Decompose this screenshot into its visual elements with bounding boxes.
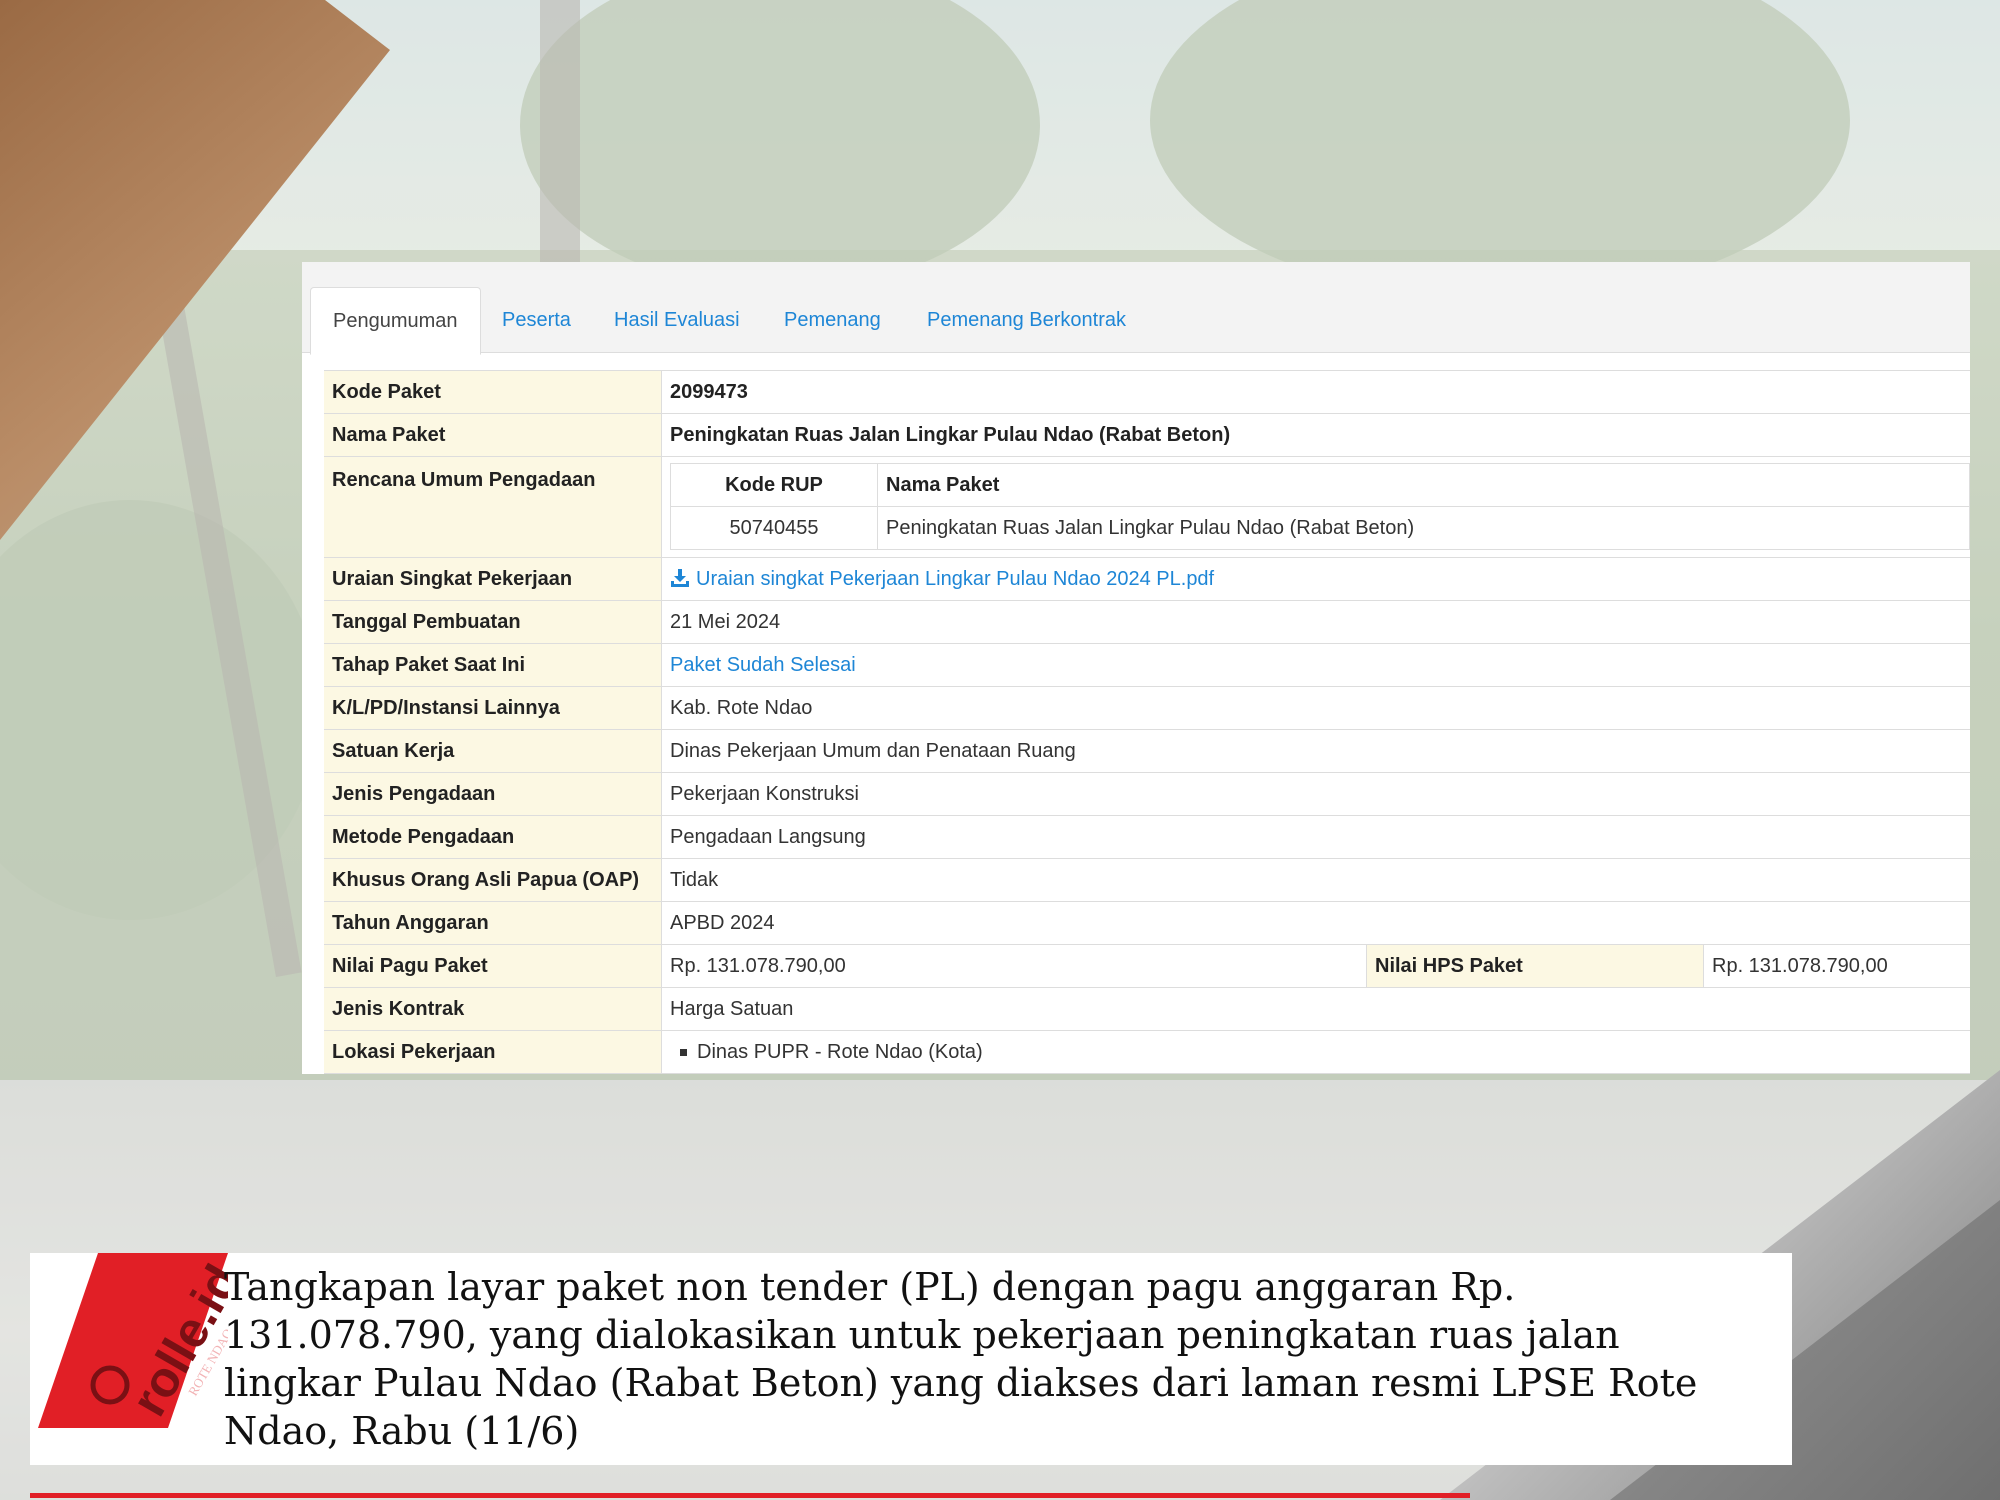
row-label: Rencana Umum Pengadaan — [324, 457, 662, 557]
accent-line — [30, 1493, 1470, 1498]
tahap-cell: Paket Sudah Selesai — [662, 644, 1970, 686]
row-label: Metode Pengadaan — [324, 816, 662, 858]
oap-value: Tidak — [670, 868, 719, 891]
tab-bar: Pengumuman Peserta Hasil Evaluasi Pemena… — [302, 262, 1970, 355]
table-row: Nama Paket Peningkatan Ruas Jalan Lingka… — [324, 414, 1970, 457]
pagu-value: Rp. 131.078.790,00 — [670, 954, 846, 977]
caption-text: Tangkapan layar paket non tender (PL) de… — [224, 1265, 1698, 1453]
tab-pengumuman[interactable]: Pengumuman — [310, 287, 481, 355]
tab-pemenang[interactable]: Pemenang — [762, 287, 903, 353]
hps-value: Rp. 131.078.790,00 — [1712, 954, 1888, 977]
table-row: Tahap Paket Saat Ini Paket Sudah Selesai — [324, 644, 1970, 687]
table-row: Jenis Pengadaan Pekerjaan Konstruksi — [324, 773, 1970, 816]
row-label: Tahun Anggaran — [324, 902, 662, 944]
uraian-download-link[interactable]: Uraian singkat Pekerjaan Lingkar Pulau N… — [670, 568, 1214, 591]
row-label: Khusus Orang Asli Papua (OAP) — [324, 859, 662, 901]
kode-paket-value: 2099473 — [670, 380, 748, 403]
bullet-icon — [680, 1048, 687, 1056]
lokasi-value: Dinas PUPR - Rote Ndao (Kota) — [697, 1040, 983, 1063]
tahap-status-link[interactable]: Paket Sudah Selesai — [670, 654, 856, 677]
metode-value: Pengadaan Langsung — [670, 825, 866, 848]
lpse-panel: Pengumuman Peserta Hasil Evaluasi Pemena… — [302, 262, 1970, 1074]
table-row: Kode Paket 2099473 — [324, 371, 1970, 414]
row-label: Kode Paket — [324, 371, 662, 413]
rup-header-kode: Kode RUP — [670, 463, 878, 507]
table-row: Jenis Kontrak Harga Satuan — [324, 988, 1970, 1031]
uraian-file-name: Uraian singkat Pekerjaan Lingkar Pulau N… — [696, 567, 1215, 590]
table-row: Tahun Anggaran APBD 2024 — [324, 902, 1970, 945]
uraian-cell: Uraian singkat Pekerjaan Lingkar Pulau N… — [662, 558, 1970, 600]
table-row: K/L/PD/Instansi Lainnya Kab. Rote Ndao — [324, 687, 1970, 730]
table-row: Metode Pengadaan Pengadaan Langsung — [324, 816, 1970, 859]
package-detail-table: Kode Paket 2099473 Nama Paket Peningkata… — [324, 370, 1970, 1074]
table-row: Nilai Pagu Paket Rp. 131.078.790,00 Nila… — [324, 945, 1970, 988]
row-label: Lokasi Pekerjaan — [324, 1031, 662, 1073]
tab-peserta[interactable]: Peserta — [480, 287, 593, 353]
tahun-value: APBD 2024 — [670, 911, 775, 934]
rup-cell: Kode RUP Nama Paket 50740455 Peningkatan… — [662, 457, 1970, 557]
row-label: Nilai Pagu Paket — [324, 945, 662, 987]
row-label: Jenis Pengadaan — [324, 773, 662, 815]
table-row: Tanggal Pembuatan 21 Mei 2024 — [324, 601, 1970, 644]
rup-table: Kode RUP Nama Paket 50740455 Peningkatan… — [670, 463, 1970, 550]
table-row: Lokasi Pekerjaan Dinas PUPR - Rote Ndao … — [324, 1031, 1970, 1074]
download-icon — [671, 568, 689, 587]
tab-pemenang-berkontrak[interactable]: Pemenang Berkontrak — [905, 287, 1148, 353]
table-row: Khusus Orang Asli Papua (OAP) Tidak — [324, 859, 1970, 902]
row-label: Tanggal Pembuatan — [324, 601, 662, 643]
table-row: Uraian Singkat Pekerjaan Uraian singkat … — [324, 558, 1970, 601]
caption-box: rolle.id ROTE NDAO Tangkapan layar paket… — [30, 1253, 1792, 1465]
row-label: Uraian Singkat Pekerjaan — [324, 558, 662, 600]
tab-hasil-evaluasi[interactable]: Hasil Evaluasi — [592, 287, 762, 353]
row-label: Jenis Kontrak — [324, 988, 662, 1030]
tanggal-value: 21 Mei 2024 — [670, 610, 781, 633]
row-label: Tahap Paket Saat Ini — [324, 644, 662, 686]
row-label: K/L/PD/Instansi Lainnya — [324, 687, 662, 729]
klpd-value: Kab. Rote Ndao — [670, 696, 813, 719]
row-label: Nama Paket — [324, 414, 662, 456]
rolle-logo: rolle.id ROTE NDAO — [38, 1253, 228, 1428]
satker-value: Dinas Pekerjaan Umum dan Penataan Ruang — [670, 739, 1076, 762]
hps-label: Nilai HPS Paket — [1366, 945, 1704, 987]
jenis-pengadaan-value: Pekerjaan Konstruksi — [670, 782, 859, 805]
kontrak-value: Harga Satuan — [670, 997, 794, 1020]
rup-nama-value: Peningkatan Ruas Jalan Lingkar Pulau Nda… — [877, 506, 1970, 550]
rup-header-nama: Nama Paket — [877, 463, 1970, 507]
row-label: Satuan Kerja — [324, 730, 662, 772]
rup-kode-value: 50740455 — [670, 506, 878, 550]
table-row: Rencana Umum Pengadaan Kode RUP Nama Pak… — [324, 457, 1970, 558]
lokasi-cell: Dinas PUPR - Rote Ndao (Kota) — [662, 1031, 1970, 1073]
nama-paket-value: Peningkatan Ruas Jalan Lingkar Pulau Nda… — [670, 423, 1231, 446]
table-row: Satuan Kerja Dinas Pekerjaan Umum dan Pe… — [324, 730, 1970, 773]
